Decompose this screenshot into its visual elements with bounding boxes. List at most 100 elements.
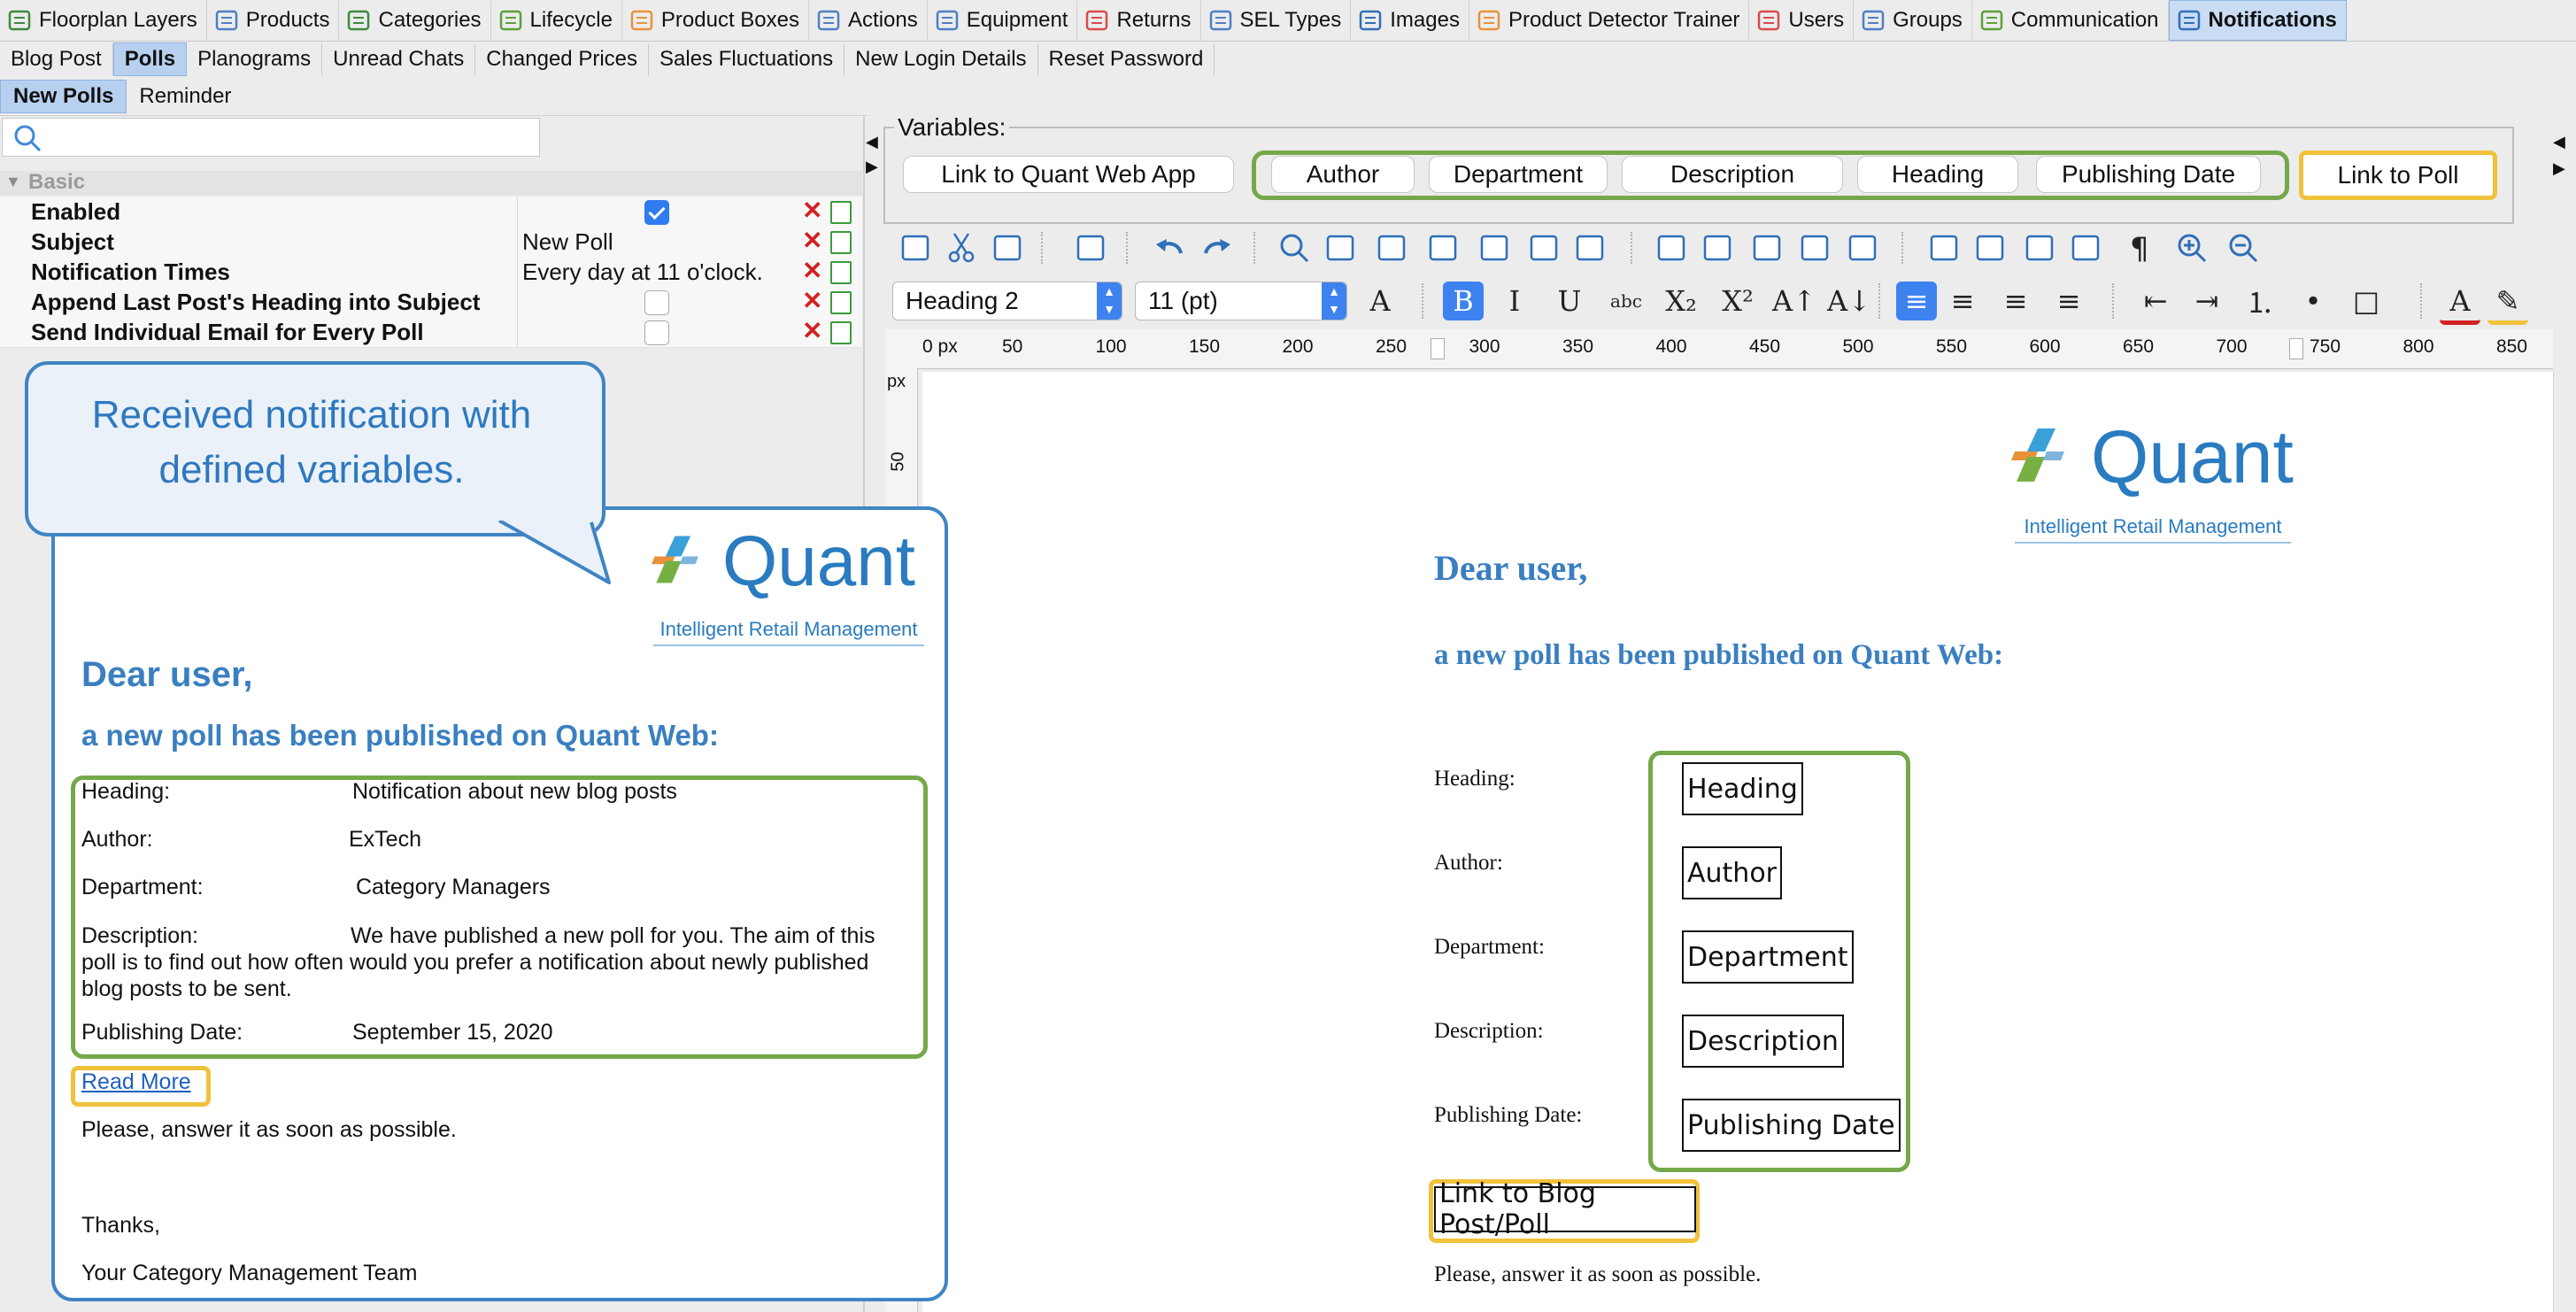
paragraph-style-select[interactable]: Heading 2 ▲ ▼: [892, 282, 1122, 320]
redo-icon[interactable]: [1199, 230, 1234, 266]
grow-font-icon[interactable]: A↑: [1772, 282, 1816, 320]
top-tab-users[interactable]: Users: [1749, 1, 1855, 40]
edit-icon[interactable]: [830, 291, 852, 314]
read-more-link[interactable]: Read More: [81, 1069, 191, 1095]
subtab-reset-password[interactable]: Reset Password: [1038, 43, 1215, 75]
table-insert-col-icon[interactable]: [1749, 230, 1785, 266]
bold-icon[interactable]: B: [1443, 282, 1484, 320]
underline-icon[interactable]: U: [1549, 282, 1590, 320]
property-row[interactable]: Append Last Post's Heading into Subject ✕: [0, 287, 862, 318]
subtab-planograms[interactable]: Planograms: [187, 43, 323, 75]
clear-x-icon[interactable]: ✕: [802, 289, 822, 313]
top-tab-product-detector-trainer[interactable]: Product Detector Trainer: [1469, 1, 1750, 40]
justify-icon[interactable]: ≡: [2048, 282, 2089, 320]
shrink-font-icon[interactable]: A↓: [1827, 282, 1871, 320]
font-color-picker-icon[interactable]: A: [1360, 282, 1400, 320]
top-tab-lifecycle[interactable]: Lifecycle: [491, 1, 622, 40]
editor-intro[interactable]: a new poll has been published on Quant W…: [1434, 639, 2003, 672]
table-shading-icon[interactable]: [2068, 230, 2103, 266]
left-margin-marker[interactable]: [1431, 338, 1445, 359]
copy-format-icon[interactable]: [898, 230, 933, 266]
text-color-icon[interactable]: A: [2440, 282, 2480, 325]
find-replace-icon[interactable]: [1323, 230, 1358, 266]
table-props-icon[interactable]: [1654, 230, 1689, 266]
top-tab-sel-types[interactable]: SEL Types: [1201, 1, 1352, 40]
zoom-out-icon[interactable]: [2225, 230, 2261, 266]
editor-greeting[interactable]: Dear user,: [1434, 547, 1587, 589]
table-split-icon[interactable]: [1572, 230, 1608, 266]
editor-variable-author[interactable]: Author: [1682, 846, 1783, 899]
clear-x-icon[interactable]: ✕: [802, 259, 822, 283]
top-tab-equipment[interactable]: Equipment: [928, 1, 1078, 40]
editor-field-label[interactable]: Department:: [1434, 935, 1545, 960]
editor-field-label[interactable]: Author:: [1434, 851, 1503, 876]
table-delete-col-icon[interactable]: [1845, 230, 1880, 266]
link-web-app-button[interactable]: Link to Quant Web App: [903, 156, 1234, 193]
format-painter-icon[interactable]: [1425, 230, 1461, 266]
panel-left-arrow-icon[interactable]: ◀: [2553, 133, 2565, 151]
edit-icon[interactable]: [830, 261, 852, 284]
variable-department-button[interactable]: Department: [1429, 156, 1608, 193]
top-tab-products[interactable]: Products: [207, 1, 340, 40]
property-row[interactable]: Enabled ✕: [0, 197, 862, 228]
table-delete-row-icon[interactable]: [1797, 230, 1832, 266]
link-to-poll-button[interactable]: Link to Poll: [2299, 150, 2497, 200]
property-checkbox[interactable]: [644, 320, 669, 345]
paste-icon[interactable]: [990, 230, 1025, 266]
outdent-icon[interactable]: ⇤: [2135, 282, 2176, 320]
editor-variable-description[interactable]: Description: [1682, 1015, 1844, 1068]
subtab-polls[interactable]: Polls: [112, 42, 188, 76]
top-tab-categories[interactable]: Categories: [339, 1, 491, 40]
insert-table-icon[interactable]: [1073, 230, 1108, 266]
align-left-icon[interactable]: ≡: [1896, 282, 1937, 320]
subtab-sales-fluctuations[interactable]: Sales Fluctuations: [649, 43, 845, 75]
superscript-icon[interactable]: X²: [1717, 282, 1758, 320]
edit-icon[interactable]: [830, 321, 852, 344]
editor-scrollbar[interactable]: [2553, 372, 2576, 1312]
editor-field-label[interactable]: Publishing Date:: [1434, 1103, 1582, 1128]
editor-field-label[interactable]: Heading:: [1434, 767, 1516, 791]
property-group-header[interactable]: ▼ Basic: [0, 170, 862, 196]
strikethrough-icon[interactable]: abc: [1606, 282, 1647, 320]
top-tab-actions[interactable]: Actions: [809, 1, 928, 40]
top-tab-groups[interactable]: Groups: [1854, 1, 1972, 40]
right-margin-marker[interactable]: [2289, 338, 2303, 359]
hyperlink-icon[interactable]: [1374, 230, 1409, 266]
editor-please-text[interactable]: Please, answer it as soon as possible.: [1434, 1262, 1761, 1287]
property-row[interactable]: Send Individual Email for Every Poll ✕: [0, 317, 862, 348]
property-value[interactable]: Every day at 11 o'clock.: [522, 259, 763, 286]
bullet-list-icon[interactable]: •: [2293, 282, 2333, 320]
subtab-changed-prices[interactable]: Changed Prices: [475, 43, 649, 75]
property-row[interactable]: Subject New Poll ✕: [0, 227, 862, 258]
editor-field-label[interactable]: Description:: [1434, 1019, 1544, 1044]
property-checkbox[interactable]: [644, 290, 669, 315]
poll-tab-reminder[interactable]: Reminder: [127, 81, 243, 112]
property-checkbox[interactable]: [644, 200, 669, 225]
poll-tab-new-polls[interactable]: New Polls: [0, 80, 127, 113]
property-search-input[interactable]: [2, 118, 540, 157]
table-layout-icon[interactable]: [1526, 230, 1562, 266]
subtab-blog-post[interactable]: Blog Post: [0, 43, 113, 75]
italic-icon[interactable]: I: [1494, 282, 1535, 320]
subtab-new-login-details[interactable]: New Login Details: [845, 43, 1038, 75]
split-cells-icon[interactable]: [1972, 230, 2008, 266]
edit-icon[interactable]: [830, 201, 852, 224]
zoom-in-icon[interactable]: [2174, 230, 2210, 266]
top-tab-notifications[interactable]: Notifications: [2168, 0, 2347, 41]
highlight-icon[interactable]: ✎: [2487, 282, 2528, 325]
clear-x-icon[interactable]: ✕: [802, 228, 822, 253]
editor-link-variable[interactable]: Link to Blog Post/Poll: [1434, 1178, 1696, 1240]
borders-icon[interactable]: □: [2346, 282, 2387, 320]
editor-variable-publishing-date[interactable]: Publishing Date: [1682, 1099, 1901, 1152]
paragraph-marks-icon[interactable]: ¶: [2123, 230, 2158, 266]
indent-icon[interactable]: ⇥: [2187, 282, 2227, 320]
font-size-select[interactable]: 11 (pt) ▲ ▼: [1135, 282, 1347, 320]
property-value[interactable]: New Poll: [522, 228, 613, 256]
cut-icon[interactable]: [944, 230, 979, 266]
edit-icon[interactable]: [830, 231, 852, 254]
horizontal-ruler[interactable]: 0 px 50 100 150 200 250 300 350 400 450 500 550 600 6…: [885, 329, 2553, 369]
collapse-right-arrow-icon[interactable]: ▶: [866, 158, 878, 176]
undo-icon[interactable]: [1153, 230, 1188, 266]
variable-description-button[interactable]: Description: [1622, 156, 1843, 193]
find-icon[interactable]: [1276, 230, 1312, 266]
